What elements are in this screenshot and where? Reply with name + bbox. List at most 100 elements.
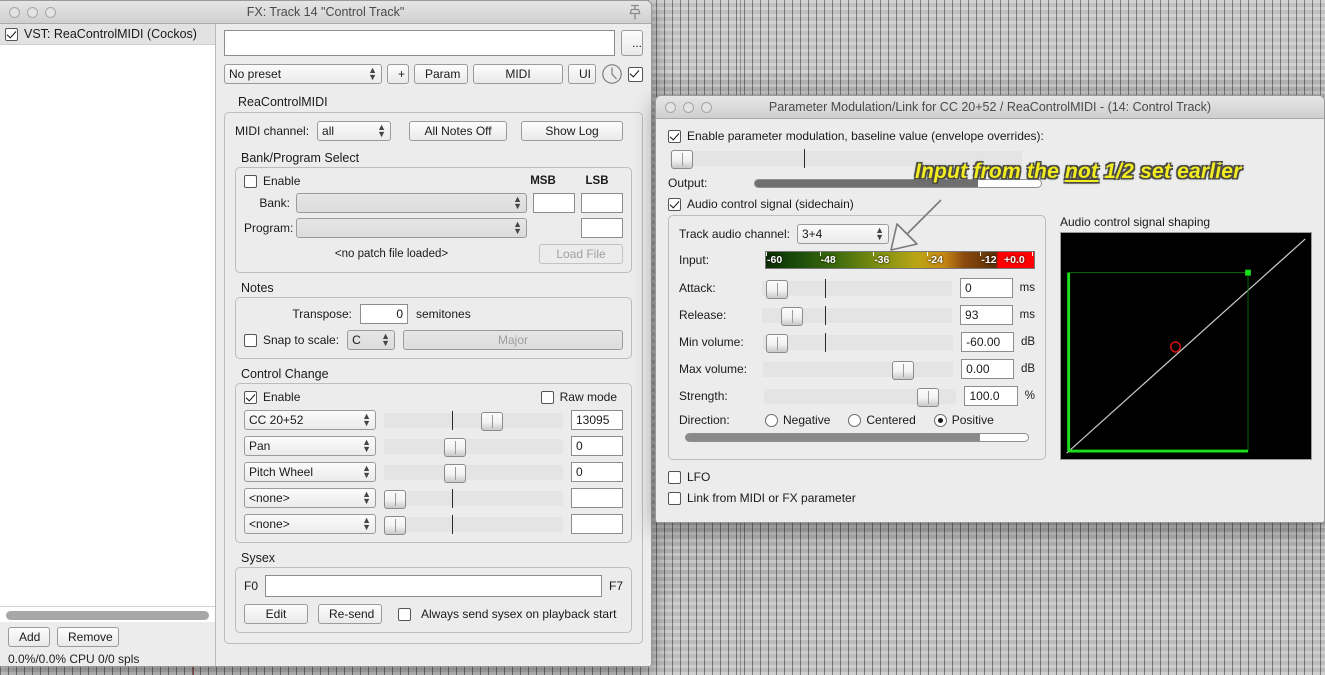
cc-param-select[interactable]: <none>▲▼ — [244, 514, 376, 534]
modulation-slider-thumb[interactable] — [892, 361, 914, 380]
cc-param-select[interactable]: Pitch Wheel▲▼ — [244, 462, 376, 482]
cc-param-select[interactable]: CC 20+52▲▼ — [244, 410, 376, 430]
program-select[interactable]: ▲▼ — [296, 218, 527, 238]
fx-bypass-checkbox[interactable] — [628, 67, 643, 82]
cc-param-select[interactable]: <none>▲▼ — [244, 488, 376, 508]
zoom-button[interactable] — [45, 7, 56, 18]
sidechain-checkbox[interactable] — [668, 198, 681, 211]
remove-button[interactable]: Remove — [57, 627, 119, 647]
modulation-slider-thumb[interactable] — [917, 388, 939, 407]
minimize-button[interactable] — [27, 7, 38, 18]
all-notes-off-button[interactable]: All Notes Off — [409, 121, 507, 141]
midi-button[interactable]: MIDI — [473, 64, 563, 84]
pushpin-icon[interactable] — [627, 4, 643, 21]
modulation-slider[interactable] — [762, 281, 952, 296]
scale-type-select[interactable]: Major — [403, 330, 623, 350]
modulation-value-input[interactable]: -60.00 — [961, 332, 1014, 352]
show-log-button[interactable]: Show Log — [521, 121, 623, 141]
program-lsb-input[interactable] — [581, 218, 623, 238]
cc-slider[interactable] — [384, 465, 563, 480]
cc-slider[interactable] — [384, 413, 563, 428]
sidechain-hscrollbar[interactable] — [685, 433, 1029, 442]
modulation-value-input[interactable]: 0.00 — [961, 359, 1014, 379]
cc-slider-thumb[interactable] — [444, 464, 466, 483]
add-button[interactable]: Add — [8, 627, 50, 647]
modulation-slider[interactable] — [763, 335, 954, 350]
fx-list-hscrollbar[interactable] — [0, 606, 215, 622]
preset-name-input[interactable] — [224, 30, 615, 56]
cc-param-select[interactable]: Pan▲▼ — [244, 436, 376, 456]
direction-option-positive[interactable]: Positive — [934, 413, 994, 427]
cc-value-input[interactable] — [571, 514, 623, 534]
param-button[interactable]: Param — [414, 64, 468, 84]
param-mod-titlebar[interactable]: Parameter Modulation/Link for CC 20+52 /… — [656, 96, 1324, 119]
bank-select[interactable]: ▲▼ — [296, 193, 527, 213]
direction-radio[interactable] — [848, 414, 861, 427]
zoom-button[interactable] — [701, 102, 712, 113]
sysex-resend-button[interactable]: Re-send — [318, 604, 382, 624]
direction-option-negative[interactable]: Negative — [765, 413, 830, 427]
bank-msb-input[interactable] — [533, 193, 575, 213]
direction-radio[interactable] — [765, 414, 778, 427]
ui-button[interactable]: UI — [568, 64, 596, 84]
close-button[interactable] — [665, 102, 676, 113]
add-preset-button[interactable]: + — [387, 64, 409, 84]
link-midi-fx-checkbox[interactable] — [668, 492, 681, 505]
audio-control-signal-shaping-canvas[interactable] — [1060, 232, 1312, 460]
knob-icon[interactable] — [601, 63, 623, 85]
cc-slider-thumb[interactable] — [384, 516, 406, 535]
modulation-slider[interactable] — [763, 362, 954, 377]
close-button[interactable] — [9, 7, 20, 18]
cc-slider[interactable] — [384, 439, 563, 454]
window-controls[interactable] — [656, 102, 712, 113]
minimize-button[interactable] — [683, 102, 694, 113]
cc-value-input[interactable] — [571, 488, 623, 508]
scale-root-select[interactable]: C ▲▼ — [347, 330, 395, 350]
modulation-slider[interactable] — [764, 389, 957, 404]
cc-value-input[interactable]: 0 — [571, 462, 623, 482]
direction-radio-group[interactable]: Negative Centered Positive — [765, 413, 994, 427]
fx-enable-checkbox[interactable] — [5, 28, 18, 41]
modulation-slider-thumb[interactable] — [766, 280, 788, 299]
fx-list-empty-area[interactable] — [0, 45, 215, 606]
baseline-slider-thumb[interactable] — [671, 150, 693, 169]
modulation-slider[interactable] — [762, 308, 952, 323]
fx-window-titlebar[interactable]: FX: Track 14 "Control Track" — [0, 1, 651, 24]
sysex-data-input[interactable] — [265, 575, 602, 597]
semitones-label: semitones — [416, 307, 471, 321]
bank-program-enable-checkbox[interactable] — [244, 175, 257, 188]
modulation-slider-label: Attack: — [679, 281, 762, 295]
modulation-slider-tick — [825, 279, 826, 298]
cc-value-input[interactable]: 0 — [571, 436, 623, 456]
enable-param-mod-checkbox[interactable] — [668, 130, 681, 143]
load-file-button[interactable]: Load File — [539, 244, 623, 264]
sysex-edit-button[interactable]: Edit — [244, 604, 308, 624]
modulation-slider-thumb[interactable] — [781, 307, 803, 326]
modulation-value-input[interactable]: 93 — [960, 305, 1013, 325]
direction-option-centered[interactable]: Centered — [848, 413, 915, 427]
cc-slider-thumb[interactable] — [384, 490, 406, 509]
transpose-input[interactable]: 0 — [360, 304, 408, 324]
lfo-checkbox[interactable] — [668, 471, 681, 484]
cc-enable-checkbox[interactable] — [244, 391, 257, 404]
fx-list-item[interactable]: VST: ReaControlMIDI (Cockos) — [0, 24, 215, 45]
bank-lsb-input[interactable] — [581, 193, 623, 213]
preset-select[interactable]: No preset ▲▼ — [224, 64, 382, 84]
modulation-value-input[interactable]: 100.0 — [964, 386, 1017, 406]
meter-tick — [820, 252, 821, 256]
window-controls[interactable] — [0, 7, 56, 18]
browse-presets-button[interactable]: ... — [621, 30, 643, 56]
raw-mode-checkbox[interactable] — [541, 391, 554, 404]
cc-slider[interactable] — [384, 517, 563, 532]
cc-slider-thumb[interactable] — [481, 412, 503, 431]
direction-radio[interactable] — [934, 414, 947, 427]
modulation-slider-thumb[interactable] — [766, 334, 788, 353]
cc-slider[interactable] — [384, 491, 563, 506]
always-send-sysex-checkbox[interactable] — [398, 608, 411, 621]
midi-channel-select[interactable]: all ▲▼ — [317, 121, 391, 141]
cc-value-input[interactable]: 13095 — [571, 410, 623, 430]
modulation-value-input[interactable]: 0 — [960, 278, 1013, 298]
snap-to-scale-checkbox[interactable] — [244, 334, 257, 347]
track-audio-channel-select[interactable]: 3+4 ▲▼ — [797, 224, 889, 244]
cc-slider-thumb[interactable] — [444, 438, 466, 457]
